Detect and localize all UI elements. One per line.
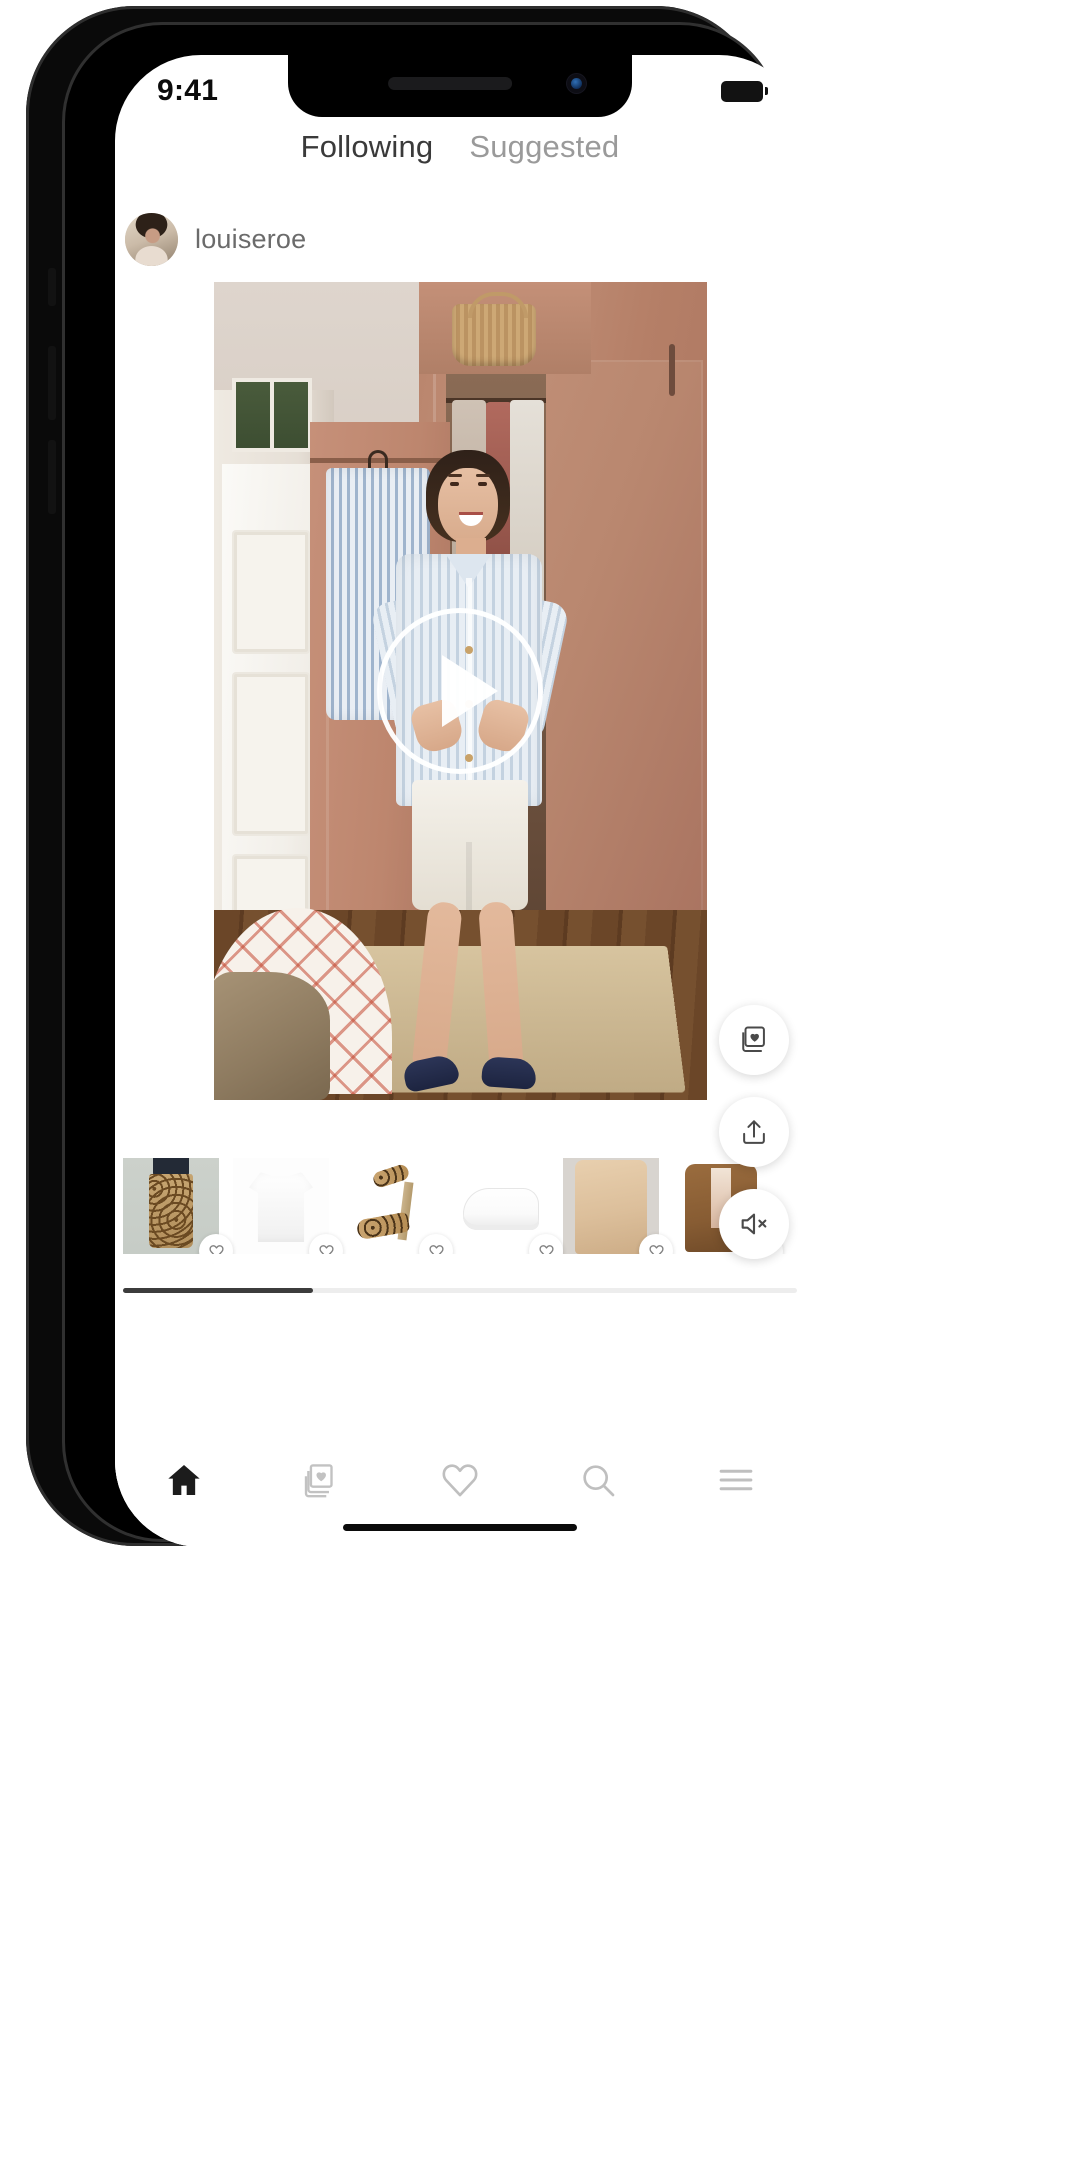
feed-tabs: Following Suggested xyxy=(115,129,805,165)
feed: louiseroe xyxy=(115,185,805,1547)
scrollbar-thumb[interactable] xyxy=(123,1288,313,1293)
share-upload-icon[interactable] xyxy=(719,1097,789,1167)
heart-outline-icon[interactable] xyxy=(309,1234,343,1254)
product-card[interactable] xyxy=(453,1158,563,1254)
home-indicator[interactable] xyxy=(343,1524,577,1531)
play-icon[interactable] xyxy=(377,608,543,774)
scrollbar-track[interactable] xyxy=(123,1288,797,1293)
nav-likes[interactable] xyxy=(423,1449,497,1511)
post-username[interactable]: louiseroe xyxy=(195,224,306,255)
phone-bezel: 9:41 Following Suggested louiseroe xyxy=(62,22,805,1547)
volume-down-button[interactable] xyxy=(48,440,56,514)
phone-frame: 9:41 Following Suggested louiseroe xyxy=(26,6,805,1547)
phone-screen: 9:41 Following Suggested louiseroe xyxy=(115,55,805,1547)
avatar[interactable] xyxy=(125,213,178,266)
heart-outline-icon[interactable] xyxy=(529,1234,563,1254)
tab-following[interactable]: Following xyxy=(301,129,434,165)
home-icon xyxy=(168,1465,200,1495)
search-icon xyxy=(583,1465,615,1497)
heart-outline-icon[interactable] xyxy=(419,1234,453,1254)
nav-collections[interactable] xyxy=(285,1449,359,1511)
status-time: 9:41 xyxy=(157,74,219,107)
mute-switch[interactable] xyxy=(48,268,56,306)
screenshot-root: 9:41 Following Suggested louiseroe xyxy=(0,0,1083,2157)
product-card[interactable] xyxy=(123,1158,233,1254)
nav-search[interactable] xyxy=(561,1449,635,1511)
collection-heart-icon[interactable] xyxy=(719,1005,789,1075)
battery-full-icon xyxy=(721,80,768,102)
heart-outline-icon[interactable] xyxy=(639,1234,673,1254)
status-right xyxy=(721,80,768,102)
heart-outline-icon xyxy=(442,1464,478,1497)
heart-outline-icon[interactable] xyxy=(199,1234,233,1254)
product-card[interactable] xyxy=(563,1158,673,1254)
product-card[interactable] xyxy=(233,1158,343,1254)
product-carousel[interactable] xyxy=(115,1100,805,1254)
post-header[interactable]: louiseroe xyxy=(115,185,805,282)
notch xyxy=(288,55,632,117)
speaker-mute-icon[interactable] xyxy=(719,1189,789,1259)
hamburger-menu-icon xyxy=(719,1469,753,1491)
user-avatar xyxy=(125,213,178,266)
volume-up-button[interactable] xyxy=(48,346,56,420)
collection-heart-icon xyxy=(304,1464,333,1498)
nav-menu[interactable] xyxy=(699,1449,773,1511)
product-card[interactable] xyxy=(343,1158,453,1254)
tab-suggested[interactable]: Suggested xyxy=(469,129,619,165)
speaker-grille-icon xyxy=(388,77,513,90)
nav-home[interactable] xyxy=(147,1449,221,1511)
video-action-buttons xyxy=(719,1005,789,1259)
post-video[interactable] xyxy=(213,282,707,1100)
front-camera-icon xyxy=(567,74,586,93)
